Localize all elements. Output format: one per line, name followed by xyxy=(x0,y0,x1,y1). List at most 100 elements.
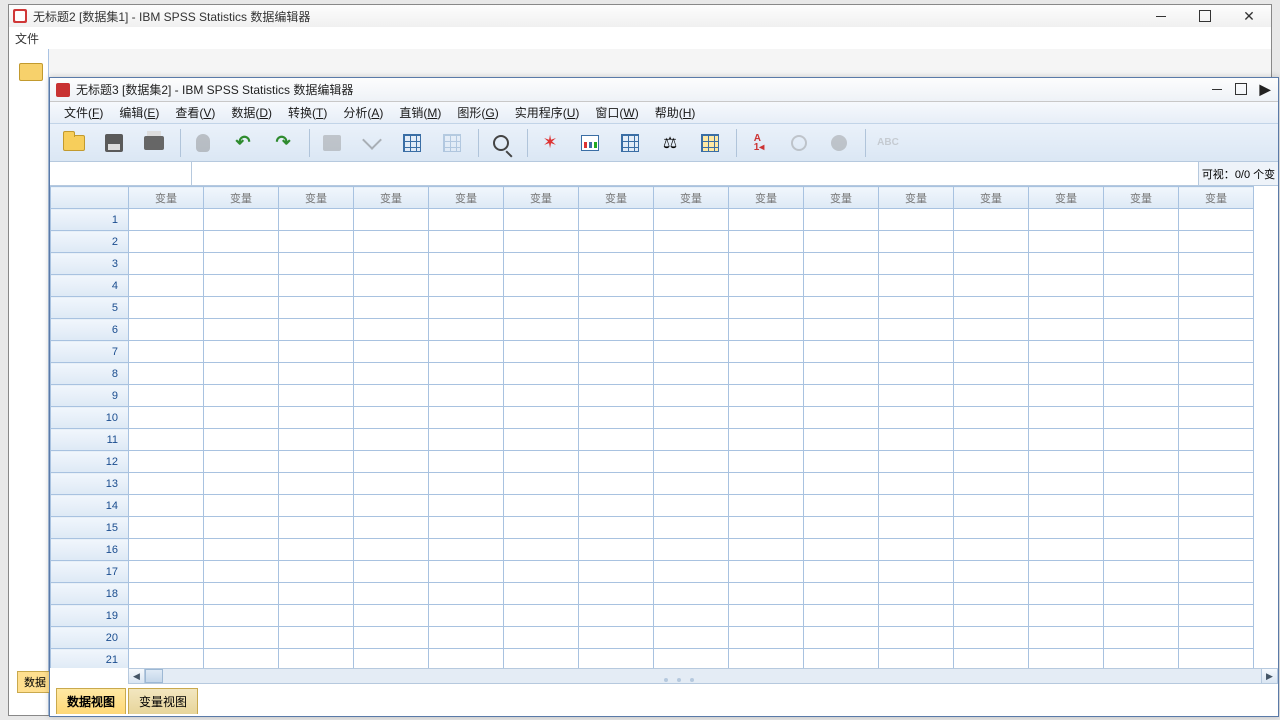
grid-cell[interactable] xyxy=(804,385,879,407)
grid-cell[interactable] xyxy=(804,539,879,561)
column-header[interactable]: 变量 xyxy=(1104,187,1179,209)
grid-cell[interactable] xyxy=(804,517,879,539)
grid-cell[interactable] xyxy=(1104,385,1179,407)
grid-cell[interactable] xyxy=(354,385,429,407)
grid-cell[interactable] xyxy=(729,495,804,517)
grid-cell[interactable] xyxy=(654,385,729,407)
grid-cell[interactable] xyxy=(504,319,579,341)
row-header[interactable]: 6 xyxy=(51,319,129,341)
grid-cell[interactable] xyxy=(579,253,654,275)
grid-cell[interactable] xyxy=(204,517,279,539)
grid-cell[interactable] xyxy=(1029,473,1104,495)
grid-cell[interactable] xyxy=(429,429,504,451)
scroll-left-button[interactable]: ◀ xyxy=(129,669,145,683)
goto-case-button[interactable] xyxy=(314,127,350,159)
grid-cell[interactable] xyxy=(954,407,1029,429)
grid-cell[interactable] xyxy=(879,495,954,517)
row-header[interactable]: 13 xyxy=(51,473,129,495)
grid-cell[interactable] xyxy=(654,297,729,319)
grid-cell[interactable] xyxy=(579,517,654,539)
column-header[interactable]: 变量 xyxy=(729,187,804,209)
column-header[interactable]: 变量 xyxy=(1029,187,1104,209)
grid-cell[interactable] xyxy=(954,275,1029,297)
inner-maximize-button[interactable] xyxy=(1230,80,1252,98)
grid-cell[interactable] xyxy=(729,649,804,669)
variables-button[interactable] xyxy=(394,127,430,159)
grid-cell[interactable] xyxy=(954,605,1029,627)
grid-cell[interactable] xyxy=(729,209,804,231)
grid-cell[interactable] xyxy=(354,649,429,669)
grid-cell[interactable] xyxy=(579,231,654,253)
grid-cell[interactable] xyxy=(954,209,1029,231)
grid-cell[interactable] xyxy=(279,297,354,319)
grid-cell[interactable] xyxy=(804,495,879,517)
grid-cell[interactable] xyxy=(204,231,279,253)
grid-cell[interactable] xyxy=(279,407,354,429)
grid-cell[interactable] xyxy=(729,231,804,253)
grid-cell[interactable] xyxy=(654,539,729,561)
grid-cell[interactable] xyxy=(204,561,279,583)
grid-cell[interactable] xyxy=(654,253,729,275)
grid-cell[interactable] xyxy=(204,495,279,517)
grid-cell[interactable] xyxy=(729,407,804,429)
grid-cell[interactable] xyxy=(579,627,654,649)
grid-cell[interactable] xyxy=(354,627,429,649)
grid-cell[interactable] xyxy=(1029,363,1104,385)
grid-cell[interactable] xyxy=(1029,297,1104,319)
grid-cell[interactable] xyxy=(579,341,654,363)
grid-cell[interactable] xyxy=(954,231,1029,253)
grid-cell[interactable] xyxy=(354,275,429,297)
grid-cell[interactable] xyxy=(429,451,504,473)
grid-cell[interactable] xyxy=(279,385,354,407)
column-header[interactable]: 变量 xyxy=(204,187,279,209)
grid-cell[interactable] xyxy=(729,539,804,561)
grid-cell[interactable] xyxy=(429,539,504,561)
grid-cell[interactable] xyxy=(354,407,429,429)
grid-cell[interactable] xyxy=(729,583,804,605)
resize-grip-icon[interactable] xyxy=(664,678,694,682)
grid-cell[interactable] xyxy=(804,209,879,231)
grid-cell[interactable] xyxy=(1029,583,1104,605)
grid-cell[interactable] xyxy=(129,363,204,385)
row-header[interactable]: 21 xyxy=(51,649,129,669)
grid-cell[interactable] xyxy=(129,539,204,561)
value-labels-button[interactable] xyxy=(692,127,728,159)
grid-cell[interactable] xyxy=(654,627,729,649)
grid-cell[interactable] xyxy=(954,495,1029,517)
outer-menu-file[interactable]: 文件 xyxy=(15,30,39,47)
grid-cell[interactable] xyxy=(129,385,204,407)
grid-cell[interactable] xyxy=(1029,451,1104,473)
grid-cell[interactable] xyxy=(579,495,654,517)
grid-cell[interactable] xyxy=(504,473,579,495)
grid-cell[interactable] xyxy=(354,341,429,363)
grid-cell[interactable] xyxy=(879,319,954,341)
grid-cell[interactable] xyxy=(354,429,429,451)
grid-cell[interactable] xyxy=(1029,495,1104,517)
grid-cell[interactable] xyxy=(729,253,804,275)
grid-cell[interactable] xyxy=(879,429,954,451)
grid-cell[interactable] xyxy=(504,451,579,473)
grid-cell[interactable] xyxy=(204,605,279,627)
column-header[interactable]: 变量 xyxy=(579,187,654,209)
grid-cell[interactable] xyxy=(804,319,879,341)
grid-cell[interactable] xyxy=(1029,649,1104,669)
grid-cell[interactable] xyxy=(279,605,354,627)
grid-cell[interactable] xyxy=(1104,209,1179,231)
grid-cell[interactable] xyxy=(579,275,654,297)
grid-cell[interactable] xyxy=(1104,583,1179,605)
grid-cell[interactable] xyxy=(1104,495,1179,517)
grid-cell[interactable] xyxy=(804,407,879,429)
grid-cell[interactable] xyxy=(1179,539,1254,561)
grid-cell[interactable] xyxy=(429,275,504,297)
grid-cell[interactable] xyxy=(654,583,729,605)
grid-cell[interactable] xyxy=(204,539,279,561)
grid-cell[interactable] xyxy=(654,209,729,231)
grid-cell[interactable] xyxy=(429,517,504,539)
grid-cell[interactable] xyxy=(729,473,804,495)
row-header[interactable]: 4 xyxy=(51,275,129,297)
column-header[interactable]: 变量 xyxy=(129,187,204,209)
find-button[interactable] xyxy=(483,127,519,159)
grid-cell[interactable] xyxy=(429,473,504,495)
outer-titlebar[interactable]: 无标题2 [数据集1] - IBM SPSS Statistics 数据编辑器 … xyxy=(9,5,1271,27)
grid-cell[interactable] xyxy=(1179,429,1254,451)
